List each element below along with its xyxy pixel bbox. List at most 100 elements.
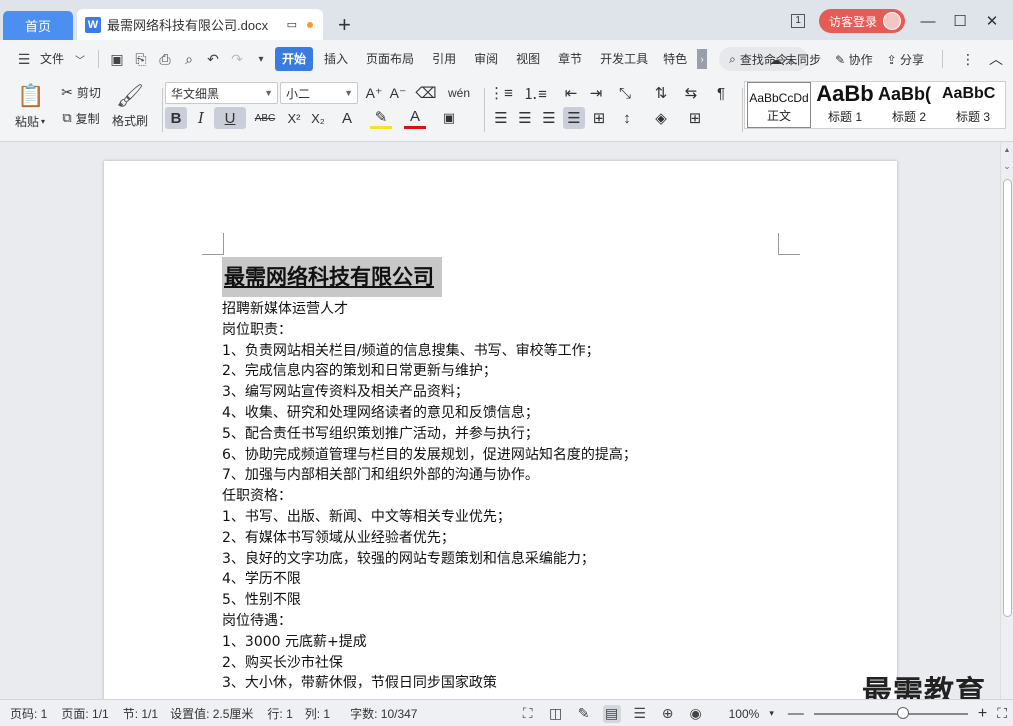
document-line[interactable]: 4、学历不限 xyxy=(222,569,637,590)
text-effect-icon[interactable]: A xyxy=(336,107,358,129)
zoom-dropdown-icon[interactable]: ▾ xyxy=(769,708,774,719)
vertical-scrollbar[interactable]: ▲ ⌄ xyxy=(1000,143,1013,699)
clipboard-icon[interactable]: 📋 xyxy=(14,82,48,110)
collapse-ribbon-icon[interactable]: ︿ xyxy=(989,49,1003,69)
clear-format-icon[interactable]: ⌫ xyxy=(415,82,437,104)
document-line[interactable]: 5、配合责任书写组织策划推广活动，并参与执行； xyxy=(222,424,637,445)
undo-icon[interactable]: ↶ xyxy=(203,51,223,68)
document-line[interactable]: 岗位职责： xyxy=(222,320,637,341)
redo-icon[interactable]: ↷ xyxy=(227,51,247,68)
document-line[interactable]: 3、大小休，带薪休假，节假日同步国家政策 xyxy=(222,673,637,694)
status-page-number[interactable]: 页码: 1 xyxy=(10,705,47,722)
web-view-icon[interactable]: ⊕ xyxy=(659,705,677,723)
subscript-button[interactable]: X₂ xyxy=(307,107,329,129)
fullscreen-icon[interactable]: ⛶ xyxy=(519,705,537,723)
copy-button[interactable]: ⧉ 复制 xyxy=(56,108,106,128)
char-border-icon[interactable]: ▣ xyxy=(438,107,460,129)
distributed-icon[interactable]: ⊞ xyxy=(588,107,610,129)
zoom-slider[interactable] xyxy=(813,706,968,719)
monitor-icon[interactable]: ▭ xyxy=(287,18,297,31)
superscript-button[interactable]: X² xyxy=(283,107,305,129)
document-line[interactable]: 1、书写、出版、新闻、中文等相关专业优先； xyxy=(222,507,637,528)
document-line[interactable]: 3、良好的文字功底，较强的网站专题策划和信息采编能力； xyxy=(222,549,637,570)
tab-page-layout[interactable]: 页面布局 xyxy=(359,47,421,71)
share-button[interactable]: ⇪ 分享 xyxy=(887,51,924,68)
page-count-icon[interactable]: 1 xyxy=(791,14,805,28)
style-heading-2[interactable]: AaBb( 标题 2 xyxy=(877,82,941,128)
hamburger-icon[interactable]: ☰ xyxy=(14,51,34,68)
brush-icon[interactable]: 🖌 xyxy=(112,82,148,110)
fit-window-icon[interactable]: ⛶ xyxy=(997,705,1007,722)
close-icon[interactable]: ✕ xyxy=(983,12,1001,30)
new-tab-button[interactable]: + xyxy=(338,12,351,38)
align-left-icon[interactable]: ☰ xyxy=(490,107,512,129)
zoom-level[interactable]: 100% xyxy=(729,707,760,721)
read-mode-icon[interactable]: ◫ xyxy=(547,705,565,723)
outline-view-icon[interactable]: ☰ xyxy=(631,705,649,723)
document-line[interactable]: 5、性别不限 xyxy=(222,590,637,611)
tab-view[interactable]: 视图 xyxy=(509,47,547,71)
edit-mode-icon[interactable]: ✎ xyxy=(575,705,593,723)
style-normal[interactable]: AaBbCcDd 正文 xyxy=(747,82,811,128)
borders-icon[interactable]: ⊞ xyxy=(684,107,706,129)
paragraph-spacing-icon[interactable]: ↕ xyxy=(616,107,638,129)
scroll-up-icon[interactable]: ▲ xyxy=(1001,147,1013,154)
document-line[interactable]: 2、购买长沙市社保 xyxy=(222,653,637,674)
tab-chapter[interactable]: 章节 xyxy=(551,47,589,71)
document-line[interactable]: 3、编写网站宣传资料及相关产品资料； xyxy=(222,382,637,403)
highlight-icon[interactable]: ✎ xyxy=(370,107,392,129)
paste-button[interactable]: 粘贴 ▾ xyxy=(10,112,50,130)
tab-review[interactable]: 审阅 xyxy=(467,47,505,71)
tab-references[interactable]: 引用 xyxy=(425,47,463,71)
decrease-indent-icon[interactable]: ⇤ xyxy=(560,82,582,104)
style-heading-1[interactable]: AaBb 标题 1 xyxy=(813,82,877,128)
scrollbar-thumb[interactable] xyxy=(1003,179,1012,617)
document-line[interactable]: 2、有媒体书写领域从业经验者优先； xyxy=(222,528,637,549)
strikethrough-button[interactable]: ABC xyxy=(250,107,280,129)
status-setting[interactable]: 设置值: 2.5厘米 xyxy=(170,705,253,722)
status-word-count[interactable]: 字数: 10/347 xyxy=(350,705,417,722)
save-icon[interactable]: ▣ xyxy=(107,51,127,68)
cut-button[interactable]: ✂ 剪切 xyxy=(56,82,106,102)
document-line[interactable]: 任职资格： xyxy=(222,486,637,507)
align-center-icon[interactable]: ☰ xyxy=(514,107,536,129)
document-line[interactable]: 招聘新媒体运营人才 xyxy=(222,299,637,320)
document-area[interactable]: 最需网络科技有限公司 招聘新媒体运营人才 岗位职责： 1、负责网站相关栏目/频道的信… xyxy=(0,143,1000,699)
chevron-down-icon[interactable]: ﹀ xyxy=(70,52,90,67)
document-line[interactable]: 2、完成信息内容的策划和日常更新与维护； xyxy=(222,361,637,382)
tab-document[interactable]: W 最需网络科技有限公司.docx ▭ xyxy=(77,9,323,40)
sync-status[interactable]: ☁ 未同步 xyxy=(770,51,821,68)
document-line[interactable]: 1、3000 元底薪+提成 xyxy=(222,632,637,653)
document-line[interactable]: 6、协助完成频道管理与栏目的发展规划，促进网站知名度的提高； xyxy=(222,445,637,466)
tab-insert[interactable]: 插入 xyxy=(317,47,355,71)
tab-home[interactable]: 首页 xyxy=(3,11,73,40)
document-heading[interactable]: 最需网络科技有限公司 xyxy=(222,257,442,297)
text-direction-icon[interactable]: ⤡ xyxy=(614,82,636,104)
font-color-icon[interactable]: A xyxy=(404,107,426,129)
maximize-icon[interactable]: ☐ xyxy=(951,12,969,30)
tab-scroll-right-icon[interactable]: › xyxy=(697,49,708,69)
shrink-font-icon[interactable]: A⁻ xyxy=(387,82,409,104)
zoom-out-icon[interactable]: — xyxy=(788,705,804,723)
tab-start[interactable]: 开始 xyxy=(275,47,314,71)
bold-button[interactable]: B xyxy=(165,107,187,129)
more-icon[interactable]: ⋮ xyxy=(961,51,975,68)
italic-button[interactable]: I xyxy=(190,107,212,129)
status-section[interactable]: 节: 1/1 xyxy=(123,705,158,722)
customize-icon[interactable]: ▾ xyxy=(251,54,271,65)
format-painter-button[interactable]: 格式刷 xyxy=(106,110,154,130)
document-page[interactable]: 最需网络科技有限公司 招聘新媒体运营人才 岗位职责： 1、负责网站相关栏目/频道的信… xyxy=(104,161,897,699)
sort-icon[interactable]: ⇅ xyxy=(650,82,672,104)
style-heading-3[interactable]: AaBbC 标题 3 xyxy=(941,82,1005,128)
print-preview-icon[interactable]: ⌕ xyxy=(179,51,199,68)
zoom-in-icon[interactable]: + xyxy=(978,705,987,723)
numbered-list-icon[interactable]: ⒈≡ xyxy=(523,82,547,104)
document-body[interactable]: 招聘新媒体运营人才 岗位职责： 1、负责网站相关栏目/频道的信息搜集、书写、审校等工… xyxy=(222,299,637,694)
guest-login-button[interactable]: 访客登录 xyxy=(818,9,905,33)
minimize-icon[interactable]: — xyxy=(919,13,937,30)
document-line[interactable]: 岗位待遇： xyxy=(222,611,637,632)
zoom-slider-knob[interactable] xyxy=(897,706,910,719)
justify-icon[interactable]: ☰ xyxy=(563,107,585,129)
tab-special[interactable]: 特色 xyxy=(659,47,693,71)
font-name-select[interactable]: 华文细黑 ▼ xyxy=(165,82,278,104)
